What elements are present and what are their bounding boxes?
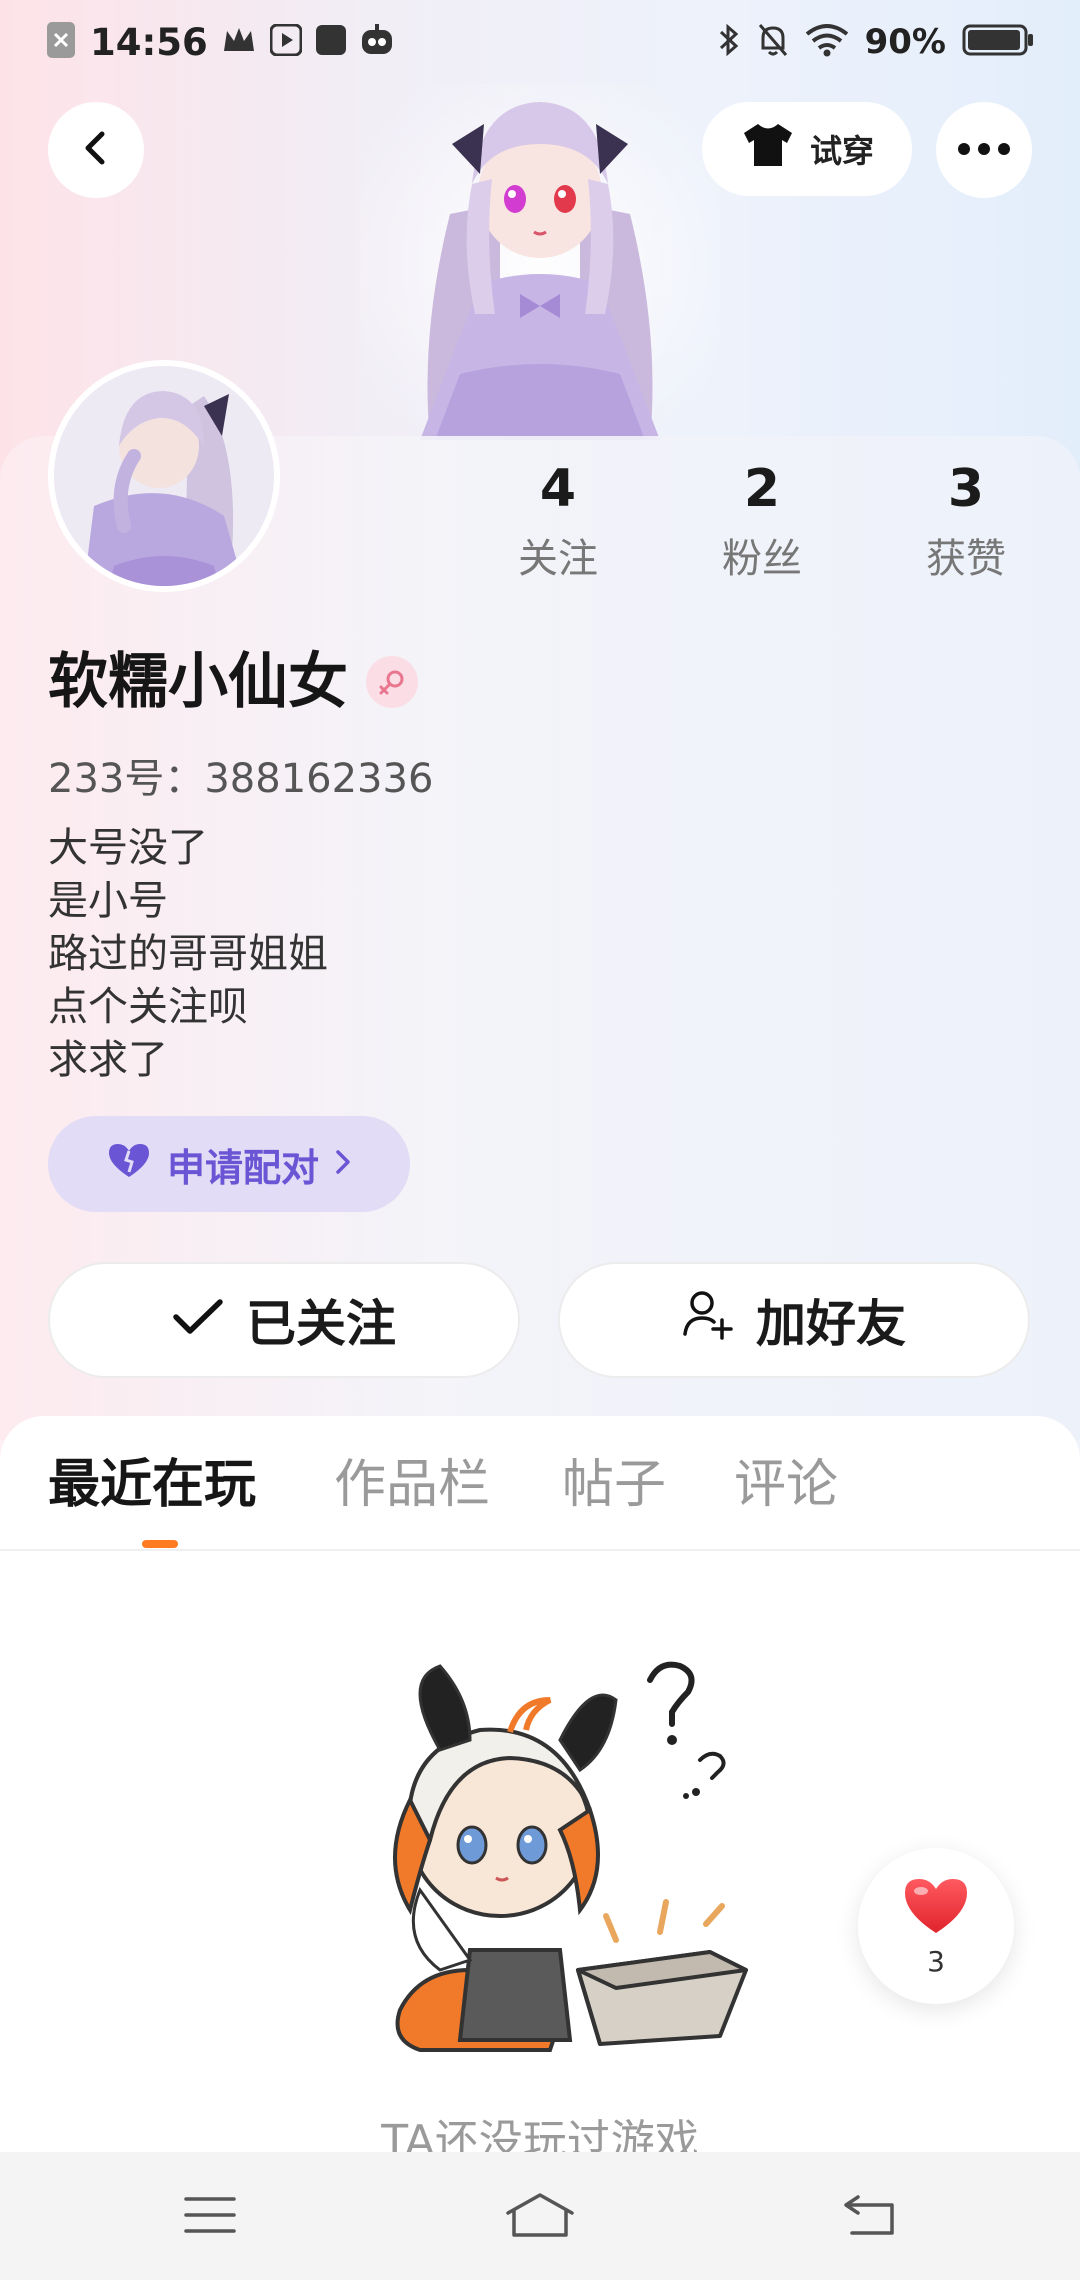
empty-state-illustration — [360, 1640, 760, 2060]
chevron-right-icon — [333, 1142, 353, 1186]
like-count: 3 — [927, 1944, 945, 1978]
request-pair-button[interactable]: 申请配对 — [48, 1116, 410, 1212]
app-square-icon — [315, 25, 346, 59]
back-arrow-icon — [78, 128, 114, 172]
nav-menu-button[interactable] — [170, 2182, 250, 2252]
battery-icon — [962, 23, 1034, 61]
add-friend-label: 加好友 — [756, 1295, 906, 1353]
tshirt-icon — [740, 121, 796, 177]
stat-followers-label: 粉丝 — [722, 536, 802, 582]
bluetooth-icon — [717, 22, 741, 62]
followed-button[interactable]: 已关注 — [48, 1262, 520, 1378]
tabs-divider — [0, 1549, 1080, 1551]
female-gender-icon — [366, 656, 418, 708]
status-time: 14:56 — [90, 20, 208, 64]
stat-following[interactable]: 4 关注 — [478, 458, 638, 584]
stat-followers-value: 2 — [743, 459, 781, 519]
bio-line: 求求了 — [48, 1037, 168, 1083]
more-button[interactable] — [936, 102, 1032, 198]
profile-bio: 大号没了 是小号 路过的哥哥姐姐 点个关注呗 求求了 — [48, 822, 328, 1087]
system-nav-bar — [0, 2152, 1080, 2280]
tab-posts[interactable]: 帖子 — [562, 1450, 666, 1520]
add-friend-button[interactable]: 加好友 — [558, 1262, 1030, 1378]
stat-following-label: 关注 — [518, 536, 598, 582]
stat-likes-label: 获赞 — [926, 536, 1006, 582]
bio-line: 是小号 — [48, 878, 168, 924]
hero-avatar-character — [360, 84, 720, 440]
tab-comments[interactable]: 评论 — [734, 1450, 838, 1520]
profile-avatar[interactable] — [48, 360, 280, 592]
mute-bell-icon — [757, 22, 789, 62]
tab-recently-played[interactable]: 最近在玩 — [48, 1450, 256, 1520]
followed-label: 已关注 — [246, 1295, 396, 1353]
stat-following-value: 4 — [539, 459, 577, 519]
active-tab-indicator — [142, 1540, 178, 1548]
play-icon — [269, 23, 303, 60]
crown-icon — [222, 25, 256, 59]
bio-line: 大号没了 — [48, 825, 208, 871]
menu-icon — [184, 2195, 236, 2239]
bio-line: 路过的哥哥姐姐 — [48, 931, 328, 977]
more-dots-icon — [956, 141, 1012, 160]
nav-home-button[interactable] — [500, 2182, 580, 2252]
wifi-icon — [805, 23, 849, 61]
tab-works[interactable]: 作品栏 — [334, 1450, 490, 1520]
back-icon — [842, 2193, 898, 2241]
try-on-label: 试穿 — [809, 132, 874, 170]
heart-pair-icon — [105, 1140, 153, 1189]
heart-icon — [901, 1875, 971, 1941]
stat-likes-value: 3 — [947, 459, 985, 519]
home-icon — [504, 2191, 576, 2243]
back-button[interactable] — [48, 102, 144, 198]
battery-percent: 90% — [864, 22, 946, 62]
stat-likes[interactable]: 3 获赞 — [886, 458, 1046, 584]
checkmark-icon — [172, 1291, 224, 1349]
profile-user-id: 233号：388162336 — [48, 756, 434, 802]
request-pair-label: 申请配对 — [166, 1145, 319, 1190]
robot-icon — [360, 24, 394, 60]
floating-like-button[interactable]: 3 — [858, 1848, 1014, 2004]
status-bar: 14:56 90% — [0, 0, 1080, 84]
stat-followers[interactable]: 2 粉丝 — [682, 458, 842, 584]
bio-line: 点个关注呗 — [48, 984, 248, 1030]
add-user-icon — [682, 1288, 734, 1352]
try-on-button[interactable]: 试穿 — [702, 102, 912, 196]
sim-error-icon — [46, 21, 76, 63]
nav-back-button[interactable] — [830, 2182, 910, 2252]
profile-nickname: 软糯小仙女 — [48, 647, 348, 717]
